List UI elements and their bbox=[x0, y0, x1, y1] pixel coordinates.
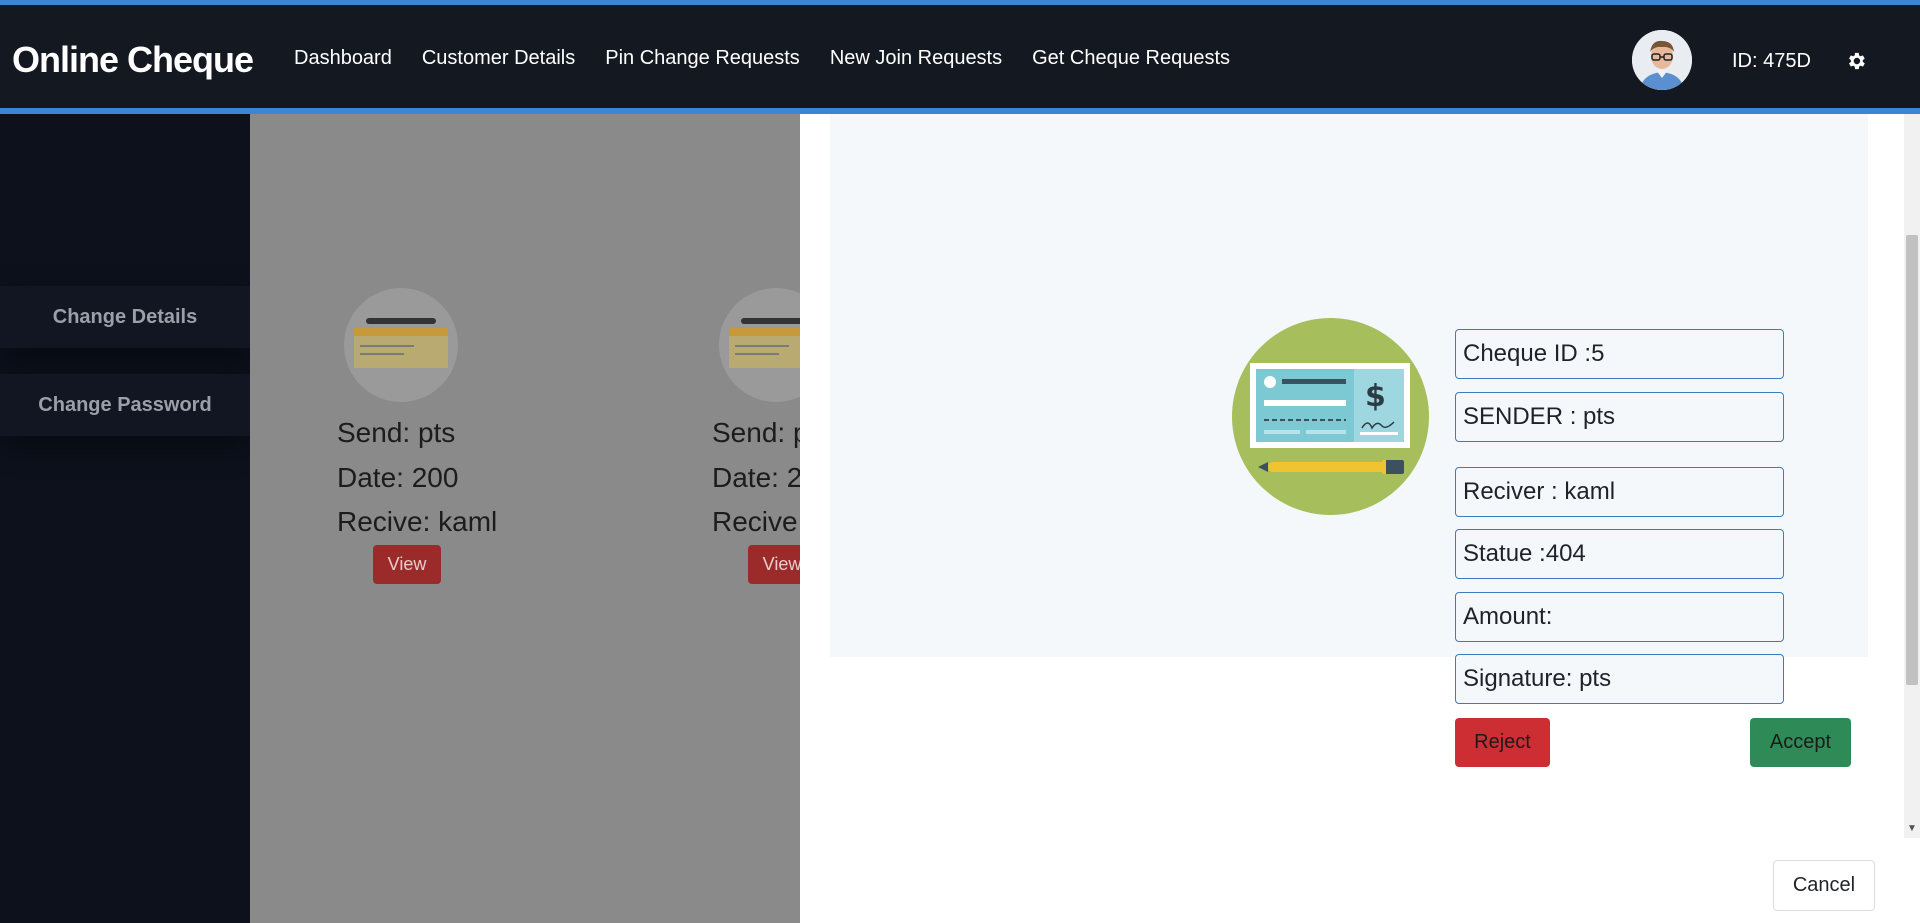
cancel-button[interactable]: Cancel bbox=[1773, 860, 1875, 911]
amount-field[interactable]: Amount: bbox=[1455, 592, 1784, 642]
card-recive: Recive: kaml bbox=[337, 506, 498, 537]
sidebar: Change Details Change Password bbox=[0, 114, 250, 923]
signature-field[interactable]: Signature: pts bbox=[1455, 654, 1784, 704]
cheque-requests-grid: Send: pts Date: 200 Recive: kaml View Se… bbox=[250, 114, 800, 923]
sidebar-item-change-details[interactable]: Change Details bbox=[0, 286, 250, 348]
gear-icon[interactable] bbox=[1845, 50, 1867, 72]
nav-link-dashboard[interactable]: Dashboard bbox=[294, 47, 392, 70]
navbar: Online Cheque Dashboard Customer Details… bbox=[0, 5, 1920, 114]
accept-button[interactable]: Accept bbox=[1750, 718, 1851, 767]
nav-link-customer-details[interactable]: Customer Details bbox=[422, 47, 575, 70]
scrollbar-gutter bbox=[1904, 838, 1920, 923]
svg-text:$: $ bbox=[1365, 379, 1386, 414]
sender-field[interactable]: SENDER : pts bbox=[1455, 392, 1784, 442]
view-button[interactable]: View bbox=[748, 545, 800, 584]
sidebar-item-change-password[interactable]: Change Password bbox=[0, 374, 250, 436]
status-field[interactable]: Statue :404 bbox=[1455, 529, 1784, 579]
cheque-thumbnail bbox=[719, 288, 800, 402]
scrollbar-thumb[interactable] bbox=[1906, 235, 1918, 685]
cheque-illustration: $ bbox=[1232, 318, 1429, 515]
avatar[interactable] bbox=[1632, 30, 1692, 90]
card-recive: Recive: kaml bbox=[712, 506, 800, 537]
nav-link-new-join-requests[interactable]: New Join Requests bbox=[830, 47, 1002, 70]
brand-logo[interactable]: Online Cheque bbox=[12, 39, 254, 81]
cheque-thumbnail bbox=[344, 288, 458, 402]
card-date: Date: 200 bbox=[712, 462, 800, 493]
modal-scrollbar[interactable]: ▼ bbox=[1904, 114, 1920, 838]
view-button[interactable]: View bbox=[373, 545, 441, 584]
cheque-detail-modal bbox=[800, 114, 1904, 923]
reject-button[interactable]: Reject bbox=[1455, 718, 1550, 767]
user-id-label: ID: 475D bbox=[1732, 50, 1811, 72]
avatar-photo bbox=[1632, 30, 1692, 90]
card-send: Send: pts bbox=[337, 417, 456, 448]
receiver-field[interactable]: Reciver : kaml bbox=[1455, 467, 1784, 517]
scroll-down-arrow-icon[interactable]: ▼ bbox=[1907, 824, 1917, 834]
card-date: Date: 200 bbox=[337, 462, 459, 493]
nav-link-get-cheque-requests[interactable]: Get Cheque Requests bbox=[1032, 47, 1230, 70]
card-send: Send: pts bbox=[712, 417, 800, 448]
nav-link-pin-change-requests[interactable]: Pin Change Requests bbox=[605, 47, 800, 70]
cheque-id-field[interactable]: Cheque ID :5 bbox=[1455, 329, 1784, 379]
nav-links: Dashboard Customer Details Pin Change Re… bbox=[294, 47, 1260, 70]
